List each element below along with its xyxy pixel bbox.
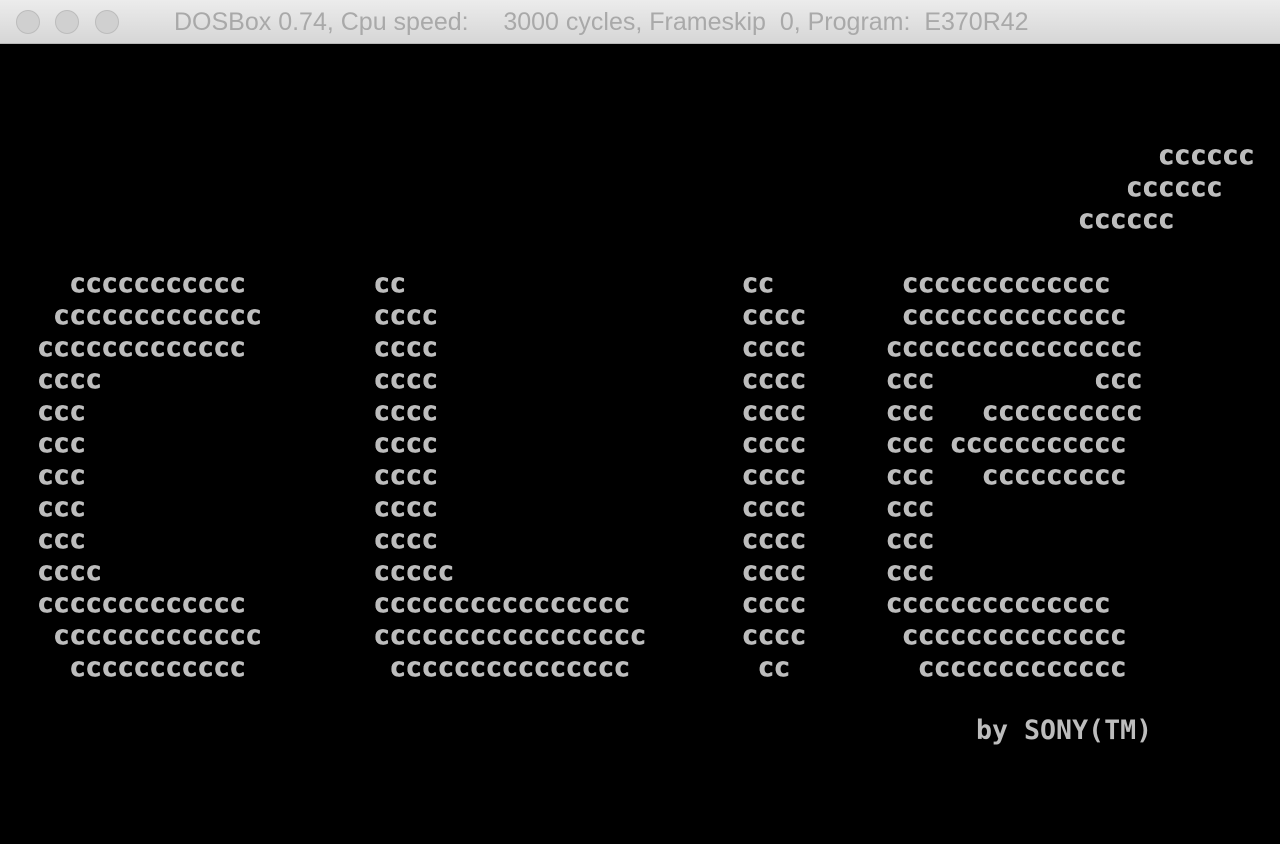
close-button[interactable]: [16, 10, 40, 34]
minimize-button[interactable]: [55, 10, 79, 34]
ascii-line: ccc cccc cccc ccc ccccccccc: [0, 460, 1126, 491]
ascii-line: cccccc: [0, 140, 1254, 171]
ascii-line: ccc cccc cccc ccc: [0, 524, 934, 555]
dos-screen[interactable]: cccccc cccccc cccccc ccccccccccc cc cc c…: [0, 44, 1280, 844]
ascii-line: cccccc: [0, 172, 1222, 203]
credit-text: by SONY(TM): [976, 715, 1153, 746]
ascii-line: ccccccccccccc cccccccccccccccc cccc cccc…: [0, 588, 1110, 619]
ascii-line: ccccccccccc cc cc ccccccccccccc: [0, 268, 1110, 299]
ascii-line: ccc cccc cccc ccc: [0, 492, 934, 523]
dosbox-window: DOSBox 0.74, Cpu speed: 3000 cycles, Fra…: [0, 0, 1280, 844]
ascii-line: ccccccccccccc cccc cccc cccccccccccccccc: [0, 332, 1142, 363]
title-bar[interactable]: DOSBox 0.74, Cpu speed: 3000 cycles, Fra…: [0, 0, 1280, 44]
ascii-line: cccccc: [0, 204, 1174, 235]
ascii-line: ccc cccc cccc ccc cccccccccc: [0, 396, 1142, 427]
ascii-line: ccccccccccccc cccc cccc cccccccccccccc: [0, 300, 1126, 331]
window-title: DOSBox 0.74, Cpu speed: 3000 cycles, Fra…: [174, 8, 1029, 36]
ascii-line: ccc cccc cccc ccc ccccccccccc: [0, 428, 1126, 459]
ascii-line: cccc cccc cccc ccc ccc: [0, 364, 1142, 395]
ascii-line: cccc ccccc cccc ccc: [0, 556, 934, 587]
zoom-button[interactable]: [95, 10, 119, 34]
ascii-line: ccccccccccccc ccccccccccccccccc cccc ccc…: [0, 620, 1126, 651]
ascii-line: ccccccccccc ccccccccccccccc cc ccccccccc…: [0, 652, 1126, 683]
